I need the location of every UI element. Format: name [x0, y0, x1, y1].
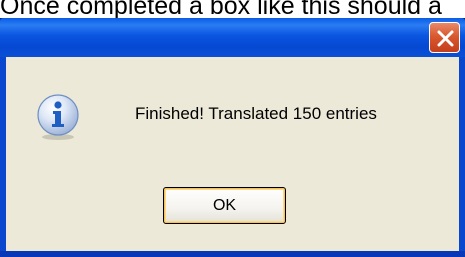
- dialog-body: Finished! Translated 150 entries OK: [6, 57, 459, 251]
- window-frame-bottom: [0, 251, 465, 257]
- info-icon: [37, 94, 79, 140]
- message-dialog: Finished! Translated 150 entries OK: [0, 18, 465, 257]
- dialog-message: Finished! Translated 150 entries: [135, 104, 377, 123]
- title-bar[interactable]: [0, 18, 465, 57]
- window-frame-right: [459, 57, 465, 257]
- close-icon: [437, 30, 454, 47]
- ok-button[interactable]: OK: [163, 187, 286, 224]
- close-button[interactable]: [429, 22, 460, 53]
